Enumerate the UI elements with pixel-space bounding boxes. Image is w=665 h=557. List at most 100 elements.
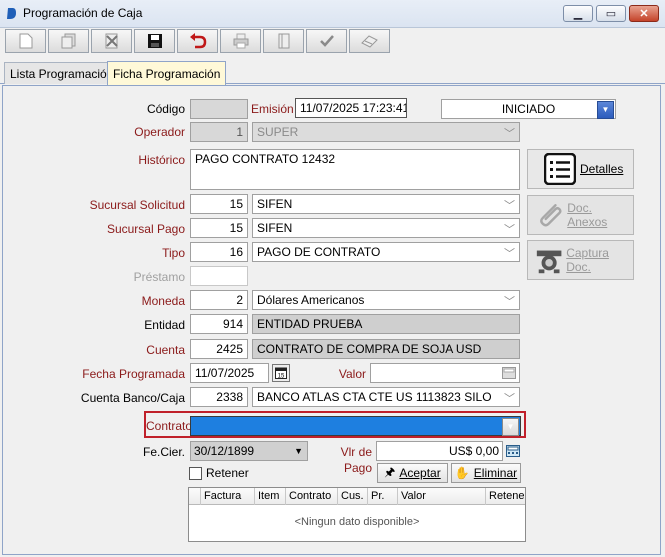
- undo-button[interactable]: [177, 29, 218, 53]
- doc-anexos-button[interactable]: Doc. Anexos: [527, 195, 634, 235]
- sucursal-solicitud-select[interactable]: SIFEN ﹀: [252, 194, 520, 214]
- operador-label: Operador: [134, 125, 185, 139]
- eliminar-button[interactable]: ✋ Eliminar: [451, 463, 521, 483]
- estado-dropdown-button[interactable]: ▼: [597, 101, 614, 119]
- grid-col-valor[interactable]: Valor: [398, 488, 486, 505]
- print-button[interactable]: [220, 29, 261, 53]
- grid-col-retene[interactable]: Retene: [486, 488, 525, 505]
- contrato-select[interactable]: ▼: [190, 416, 521, 436]
- grid-col-cus[interactable]: Cus.: [338, 488, 368, 505]
- retener-label: Retener: [206, 466, 249, 480]
- grid-col-item[interactable]: Item: [255, 488, 286, 505]
- delete-document-icon: [105, 33, 118, 49]
- maximize-icon: ▭: [605, 8, 617, 20]
- vlr-pago-label: Vlr de Pago: [340, 445, 372, 475]
- copy-document-icon: [61, 33, 75, 49]
- maximize-button[interactable]: ▭: [596, 5, 626, 22]
- entidad-code[interactable]: 914: [190, 314, 248, 334]
- operador-name: SUPER: [257, 125, 299, 139]
- valor-calculator-button[interactable]: [500, 365, 517, 381]
- operador-select: SUPER ﹀: [252, 122, 520, 142]
- sucursal-pago-name: SIFEN: [257, 221, 293, 235]
- grid-col-contrato[interactable]: Contrato: [286, 488, 338, 505]
- grid-col-factura[interactable]: Factura: [201, 488, 255, 505]
- new-button[interactable]: [5, 29, 46, 53]
- captura-doc-button[interactable]: Captura Doc.: [527, 240, 634, 280]
- emision-label: Emisión: [251, 102, 294, 116]
- detalles-button[interactable]: Detalles: [527, 149, 634, 189]
- detail-grid[interactable]: Factura Item Contrato Cus. Pr. Valor Ret…: [188, 487, 526, 542]
- aceptar-label: Aceptar: [399, 466, 441, 480]
- tipo-name: PAGO DE CONTRATO: [257, 245, 381, 259]
- moneda-label: Moneda: [141, 294, 185, 308]
- cuenta-banco-select[interactable]: BANCO ATLAS CTA CTE US 1113823 SILO ﹀: [252, 387, 520, 407]
- tab-ficha-programacion[interactable]: Ficha Programación: [107, 61, 227, 85]
- minimize-icon: ▁: [573, 8, 583, 20]
- grid-col-pr[interactable]: Pr.: [368, 488, 398, 505]
- eraser-button[interactable]: [349, 29, 390, 53]
- fe-cier-label: Fe.Cier.: [142, 445, 185, 459]
- tipo-select[interactable]: PAGO DE CONTRATO ﹀: [252, 242, 520, 262]
- historico-label: Histórico: [138, 153, 185, 167]
- scanner-camera-icon: [536, 250, 562, 274]
- grid-header: Factura Item Contrato Cus. Pr. Valor Ret…: [189, 488, 525, 505]
- codigo-label: Código: [146, 102, 185, 116]
- vlr-pago-field[interactable]: US$ 0,00: [376, 441, 503, 461]
- sucursal-pago-code[interactable]: 15: [190, 218, 248, 238]
- save-button[interactable]: [134, 29, 175, 53]
- moneda-select[interactable]: Dólares Americanos ﹀: [252, 290, 520, 310]
- sucursal-pago-select[interactable]: SIFEN ﹀: [252, 218, 520, 238]
- sucursal-pago-label: Sucursal Pago: [106, 222, 185, 236]
- captura-doc-label: Captura Doc.: [566, 246, 609, 274]
- codigo-field: [190, 99, 248, 119]
- chevron-down-icon: ▼: [506, 422, 515, 431]
- cuenta-label: Cuenta: [146, 343, 185, 357]
- fecha-programada-calendar-button[interactable]: 15: [272, 364, 290, 382]
- cuenta-banco-code[interactable]: 2338: [190, 387, 248, 407]
- moneda-code[interactable]: 2: [190, 290, 248, 310]
- chevron-down-icon: ﹀: [504, 200, 515, 212]
- new-document-icon: [19, 33, 32, 49]
- vlr-pago-calculator-button[interactable]: [505, 443, 521, 459]
- tipo-label: Tipo: [162, 246, 185, 260]
- undo-arrow-icon: [189, 33, 206, 49]
- fe-cier-value: 30/12/1899: [194, 444, 255, 458]
- chevron-down-icon: ▼: [601, 105, 610, 114]
- contrato-dropdown-button[interactable]: ▼: [502, 418, 519, 436]
- cuenta-banco-name: BANCO ATLAS CTA CTE US 1113823 SILO: [257, 390, 492, 404]
- sucursal-solicitud-name: SIFEN: [257, 197, 293, 211]
- aceptar-button[interactable]: 🖈 Aceptar: [377, 463, 448, 483]
- valor-field[interactable]: [370, 363, 520, 383]
- emision-field[interactable]: 11/07/2025 17:23:41: [295, 98, 407, 118]
- cuenta-code[interactable]: 2425: [190, 339, 248, 359]
- toolbar: [3, 28, 390, 54]
- notebook-icon: [278, 33, 289, 49]
- copy-button[interactable]: [48, 29, 89, 53]
- operador-code: 1: [190, 122, 248, 142]
- estado-select[interactable]: INICIADO ▼: [441, 99, 616, 119]
- paperclip-icon: [540, 204, 562, 227]
- prestamo-field: [190, 266, 248, 286]
- sucursal-solicitud-label: Sucursal Solicitud: [89, 198, 185, 212]
- estado-value: INICIADO: [501, 102, 556, 116]
- valor-label: Valor: [338, 367, 366, 381]
- chevron-down-icon: ﹀: [504, 393, 515, 405]
- tipo-code[interactable]: 16: [190, 242, 248, 262]
- entidad-label: Entidad: [144, 318, 185, 332]
- tab-lista-programacion[interactable]: Lista Programación: [4, 62, 120, 84]
- minimize-button[interactable]: ▁: [563, 5, 593, 22]
- sucursal-solicitud-code[interactable]: 15: [190, 194, 248, 214]
- prestamo-label: Préstamo: [133, 270, 185, 284]
- historico-textarea[interactable]: PAGO CONTRATO 12432: [190, 149, 520, 190]
- fecha-programada-field[interactable]: 11/07/2025: [190, 363, 269, 383]
- entidad-name: ENTIDAD PRUEBA: [252, 314, 520, 334]
- notebook-button[interactable]: [263, 29, 304, 53]
- fe-cier-select[interactable]: 30/12/1899 ▼: [190, 441, 308, 461]
- retener-checkbox[interactable]: [189, 467, 202, 480]
- close-button[interactable]: ✕: [629, 5, 659, 22]
- close-icon: ✕: [639, 8, 649, 20]
- chevron-down-icon: ﹀: [504, 128, 515, 140]
- approve-button[interactable]: [306, 29, 347, 53]
- eliminar-label: Eliminar: [473, 466, 518, 480]
- delete-button[interactable]: [91, 29, 132, 53]
